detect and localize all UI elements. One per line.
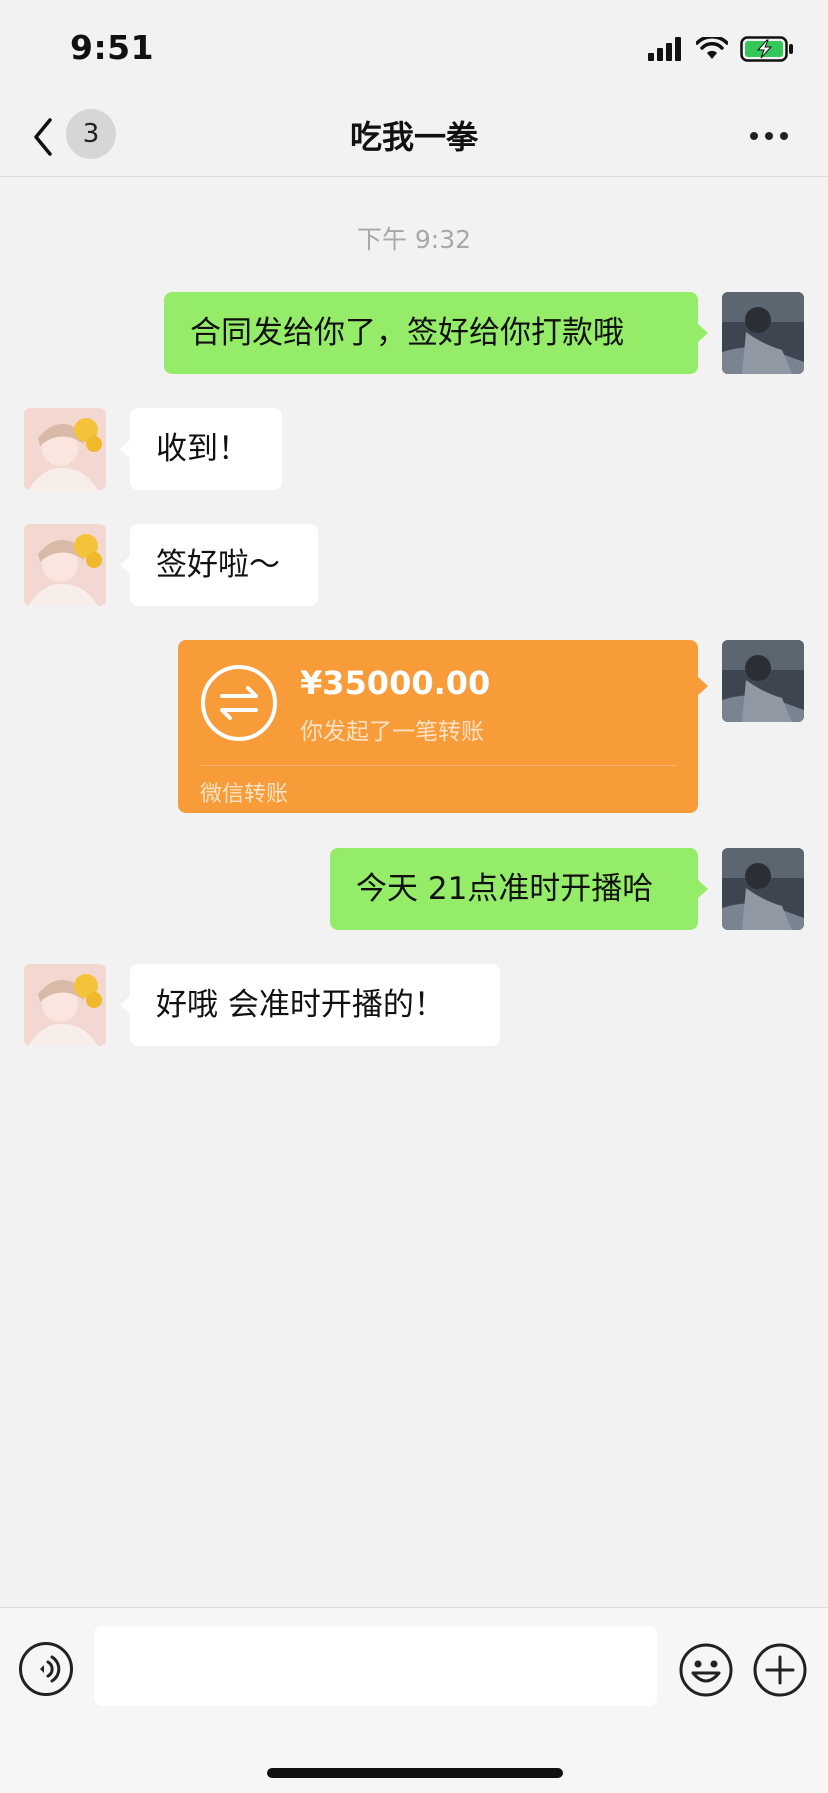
message-bubble-incoming[interactable]: 好哦 会准时开播的！ bbox=[120, 964, 500, 1046]
transfer-icon bbox=[201, 665, 277, 741]
message-text: 合同发给你了，签好给你打款哦 bbox=[190, 315, 624, 351]
plus-icon[interactable] bbox=[752, 1642, 808, 1698]
message-bubble-incoming[interactable]: 收到！ bbox=[120, 408, 282, 490]
my-avatar[interactable] bbox=[722, 640, 804, 722]
chat-title: 吃我一拳 bbox=[349, 118, 478, 156]
my-avatar[interactable] bbox=[722, 292, 804, 374]
battery-charging-icon bbox=[740, 36, 793, 62]
transfer-amount: ¥35000.00 bbox=[300, 664, 491, 702]
wifi-icon bbox=[696, 37, 728, 59]
contact-avatar[interactable] bbox=[24, 524, 106, 606]
message-text: 好哦 会准时开播的！ bbox=[156, 987, 445, 1023]
my-avatar[interactable] bbox=[722, 848, 804, 930]
message-timestamp: 下午 9:32 bbox=[356, 225, 472, 254]
status-icons bbox=[648, 34, 794, 64]
contact-avatar[interactable] bbox=[24, 408, 106, 490]
message-text: 今天 21点准时开播哈 bbox=[356, 871, 654, 907]
contact-avatar[interactable] bbox=[24, 964, 106, 1046]
message-bubble-outgoing[interactable]: 合同发给你了，签好给你打款哦 bbox=[164, 292, 708, 374]
message-input[interactable] bbox=[94, 1626, 657, 1706]
emoji-icon[interactable] bbox=[678, 1642, 734, 1698]
status-time: 9:51 bbox=[70, 28, 155, 67]
voice-icon[interactable] bbox=[19, 1642, 73, 1696]
message-bubble-outgoing[interactable]: 今天 21点准时开播哈 bbox=[330, 848, 708, 930]
input-bar bbox=[0, 1607, 828, 1793]
signal-icon bbox=[648, 37, 681, 61]
message-text: 签好啦～ bbox=[156, 547, 280, 583]
more-icon[interactable] bbox=[750, 132, 788, 140]
status-bar: 9:51 bbox=[0, 0, 828, 100]
message-bubble-incoming[interactable]: 签好啦～ bbox=[120, 524, 318, 606]
home-indicator bbox=[267, 1768, 563, 1778]
transfer-label: 微信转账 bbox=[200, 782, 289, 807]
transfer-divider bbox=[200, 765, 676, 766]
transfer-card[interactable]: ¥35000.00 你发起了一笔转账 微信转账 bbox=[178, 640, 708, 813]
nav-bar: 3 吃我一拳 bbox=[0, 100, 828, 177]
message-text: 收到！ bbox=[156, 431, 249, 467]
transfer-description: 你发起了一笔转账 bbox=[300, 719, 484, 745]
